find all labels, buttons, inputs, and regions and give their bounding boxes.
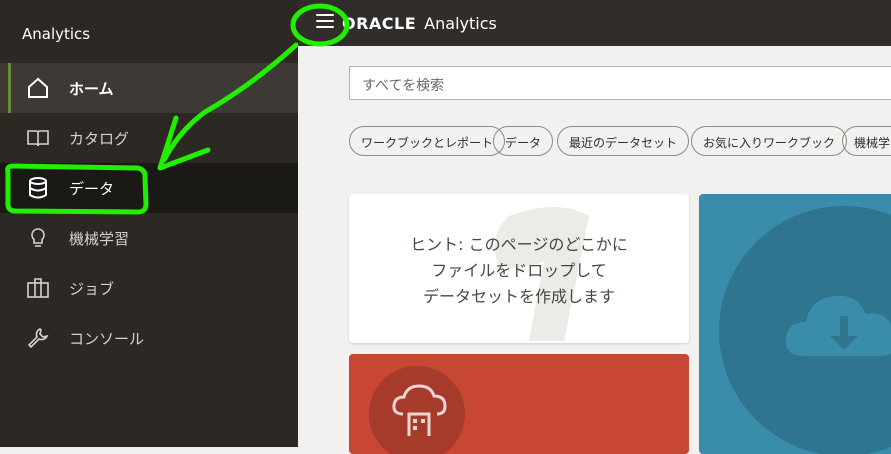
sidebar-item-label: カタログ bbox=[69, 130, 130, 148]
chip-favorite-workbooks[interactable]: お気に入りワークブック bbox=[691, 126, 848, 156]
sidebar-item-label: コンソール bbox=[69, 330, 145, 348]
sidebar-item-machine-learning[interactable]: 機械学習 bbox=[0, 213, 298, 263]
drop-hint-line: データセットを作成します bbox=[422, 287, 615, 306]
oracle-analytics-app: Analytics ホーム カタログ データ 機械学習 ジョブ コンソール OR… bbox=[0, 0, 891, 454]
sidebar-item-label: データ bbox=[69, 180, 115, 198]
sidebar-item-home[interactable]: ホーム bbox=[0, 63, 298, 113]
sidebar-item-label: ホーム bbox=[69, 80, 114, 98]
chip-workbooks-reports[interactable]: ワークブックとレポート bbox=[349, 126, 506, 156]
book-icon bbox=[27, 130, 49, 147]
sidebar-title: Analytics bbox=[22, 25, 91, 43]
jobs-icon bbox=[27, 278, 49, 298]
drop-hint-line: ファイルをドロップして bbox=[431, 261, 607, 280]
sidebar: Analytics ホーム カタログ データ 機械学習 ジョブ コンソール bbox=[0, 0, 298, 447]
oracle-logo: ORACLE bbox=[342, 14, 417, 33]
sidebar-item-console[interactable]: コンソール bbox=[0, 313, 298, 363]
upload-data-card[interactable] bbox=[699, 194, 891, 454]
sidebar-item-label: ジョブ bbox=[69, 280, 115, 298]
drop-hint-card[interactable]: ヒント: このページのどこかに ファイルをドロップして データセットを作成します bbox=[349, 194, 689, 343]
lightbulb-icon bbox=[31, 228, 45, 247]
sidebar-item-catalog[interactable]: カタログ bbox=[0, 113, 298, 163]
database-icon bbox=[29, 177, 47, 199]
drop-hint-line: ヒント: このページのどこかに bbox=[410, 235, 628, 254]
sidebar-item-label: 機械学習 bbox=[69, 230, 130, 248]
product-name: Analytics bbox=[424, 14, 497, 33]
chip-recent-datasets[interactable]: 最近のデータセット bbox=[557, 126, 690, 156]
sidebar-item-data[interactable]: データ bbox=[0, 163, 298, 213]
chip-machine-learning[interactable]: 機械学 bbox=[842, 126, 891, 156]
search-input[interactable]: すべてを検索 bbox=[349, 66, 891, 100]
cloud-building-icon bbox=[392, 384, 447, 436]
hamburger-menu-icon[interactable] bbox=[316, 14, 334, 28]
cloud-download-icon bbox=[785, 295, 891, 356]
sidebar-item-jobs[interactable]: ジョブ bbox=[0, 263, 298, 313]
brand-logo: ORACLE Analytics bbox=[342, 14, 497, 33]
drop-hint-text: ヒント: このページのどこかに ファイルをドロップして データセットを作成します bbox=[349, 232, 689, 310]
chip-data[interactable]: データ bbox=[493, 126, 554, 156]
create-dataset-card[interactable] bbox=[349, 354, 689, 454]
home-icon bbox=[28, 77, 48, 98]
wrench-icon bbox=[27, 328, 49, 349]
